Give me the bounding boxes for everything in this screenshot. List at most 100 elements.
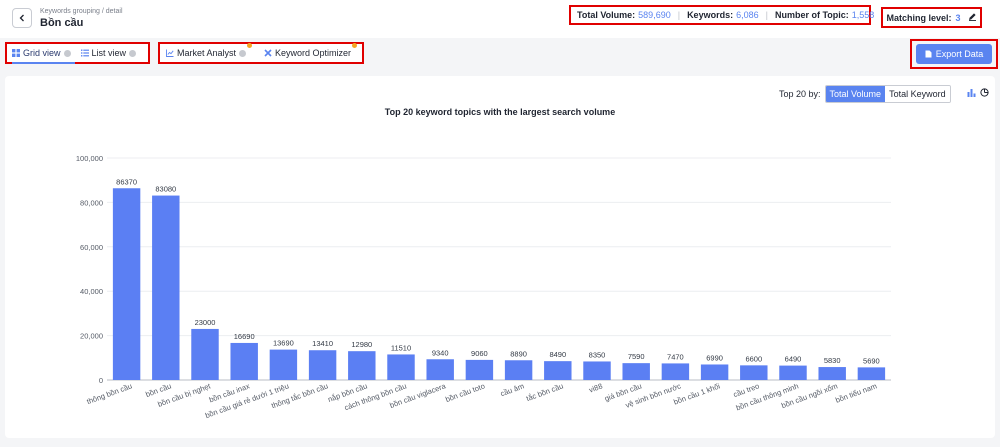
category-label: bồn tiểu nam	[834, 381, 878, 404]
bar-value-label: 5830	[824, 356, 841, 365]
bar[interactable]	[308, 350, 337, 380]
bar-value-label: 8890	[510, 349, 527, 358]
bar[interactable]	[465, 359, 494, 380]
metric-toggle: Total Volume Total Keyword	[824, 85, 951, 103]
divider: |	[677, 10, 681, 20]
bar[interactable]	[230, 342, 258, 380]
total-keyword-toggle[interactable]: Total Keyword	[885, 86, 950, 102]
bar-value-label: 5690	[863, 356, 880, 365]
bar[interactable]	[269, 349, 298, 380]
export-data-label: Export Data	[935, 49, 984, 59]
chart-title: Top 20 keyword topics with the largest s…	[384, 107, 616, 117]
bar[interactable]	[426, 359, 454, 380]
view-switcher: Grid view List view	[5, 42, 150, 64]
bar-chart: 0 20,000 40,000 60,000 80,000 100,000 86370 thô…	[76, 154, 891, 420]
matching-level: Matching level: 3	[881, 7, 982, 28]
bar-value-label: 9060	[471, 349, 488, 358]
grid-view-tab[interactable]: Grid view	[12, 48, 75, 64]
export-data-button[interactable]: Export Data	[916, 44, 992, 64]
keyword-optimizer-label: Keyword Optimizer	[275, 48, 352, 58]
market-analyst-label: Market Analyst	[177, 48, 237, 58]
notification-badge	[247, 43, 253, 48]
bar[interactable]	[152, 195, 180, 380]
grid-icon	[12, 49, 20, 57]
chevron-left-icon	[19, 14, 24, 22]
top-by-control: Top 20 by: Total Volume Total Keyword	[779, 85, 951, 103]
category-label: cầu âm	[499, 381, 525, 398]
page-header: Keywords grouping / detail Bồn cầu Total…	[0, 0, 1000, 38]
bar-value-label: 13690	[273, 339, 294, 348]
bar-value-label: 6490	[785, 355, 802, 364]
bar-value-label: 12980	[351, 340, 372, 349]
bar[interactable]	[622, 363, 650, 380]
bar[interactable]	[857, 367, 886, 380]
file-icon	[925, 50, 932, 58]
matching-level-value: 3	[955, 12, 961, 23]
bar[interactable]	[387, 354, 415, 380]
bar[interactable]	[779, 365, 807, 380]
bar-value-label: 6990	[706, 353, 723, 362]
keywords-value: 6,086	[736, 10, 759, 20]
list-view-label: List view	[91, 48, 127, 58]
bar-value-label: 11510	[391, 343, 411, 352]
keyword-optimizer-tab[interactable]: Keyword Optimizer	[264, 43, 358, 58]
bar-value-label: 7590	[628, 352, 645, 361]
bar-value-label: 6600	[745, 354, 762, 363]
tools-icon	[264, 49, 272, 57]
analysis-tools: Market Analyst Keyword Optimizer	[158, 42, 364, 64]
category-label: bồn cầu toto	[444, 381, 486, 404]
bar-value-label: 86370	[116, 177, 137, 186]
market-analyst-tab[interactable]: Market Analyst	[166, 43, 253, 58]
bar[interactable]	[818, 367, 846, 380]
top-by-label: Top 20 by:	[779, 89, 821, 99]
bar-value-label: 83080	[155, 185, 176, 194]
bar-value-label: 13410	[312, 339, 333, 348]
total-volume-label: Total Volume:	[577, 10, 636, 20]
y-tick-label: 20,000	[80, 332, 103, 341]
info-icon[interactable]	[239, 49, 247, 57]
bar-value-label: 9340	[432, 348, 449, 357]
pie-chart-icon[interactable]	[980, 88, 989, 97]
list-view-tab[interactable]: List view	[80, 48, 137, 58]
y-tick-label: 80,000	[80, 198, 103, 207]
bar-value-label: 23000	[195, 318, 216, 327]
info-icon[interactable]	[129, 49, 137, 57]
bar[interactable]	[583, 361, 611, 380]
keywords-label: Keywords:	[687, 10, 734, 20]
bar[interactable]	[740, 365, 768, 380]
topics-label: Number of Topic:	[774, 10, 849, 20]
bar[interactable]	[544, 361, 572, 380]
bar-chart-icon[interactable]	[967, 88, 976, 97]
back-button[interactable]	[12, 8, 32, 28]
line-chart-icon	[166, 49, 174, 57]
matching-level-label: Matching level:	[886, 12, 952, 23]
export-area: Export Data	[910, 39, 998, 69]
page-title: Bồn cầu	[40, 17, 84, 29]
chart-panel: Top 20 by: Total Volume Total Keyword To…	[5, 76, 995, 438]
bar[interactable]	[112, 188, 141, 380]
toolbar: Grid view List view Market Analyst Keywo…	[0, 38, 1000, 72]
info-icon[interactable]	[63, 49, 71, 57]
pencil-icon[interactable]	[968, 12, 977, 23]
bar[interactable]	[700, 364, 729, 380]
y-tick-label: 60,000	[80, 243, 103, 252]
topics-value: 1,558	[851, 10, 875, 20]
bar-value-label: 8490	[549, 350, 566, 359]
bar[interactable]	[661, 363, 690, 380]
list-icon	[80, 49, 89, 57]
total-volume-toggle[interactable]: Total Volume	[825, 86, 886, 102]
stats-summary: Total Volume: 589,690 | Keywords: 6,086 …	[569, 5, 874, 25]
category-label: thông bồn cầu	[86, 381, 134, 406]
y-tick-label: 40,000	[80, 287, 103, 296]
bar-value-label: 16690	[234, 332, 255, 341]
category-label: tắc bồn cầu	[525, 381, 565, 403]
y-tick-label: 0	[99, 376, 103, 385]
bar[interactable]	[191, 328, 219, 380]
divider: |	[765, 10, 768, 20]
bar[interactable]	[348, 351, 376, 380]
bar[interactable]	[504, 360, 533, 380]
category-label: vi88	[588, 381, 604, 394]
notification-badge	[352, 43, 358, 48]
chart-type-switcher	[967, 88, 989, 97]
grid-view-label: Grid view	[23, 48, 61, 58]
